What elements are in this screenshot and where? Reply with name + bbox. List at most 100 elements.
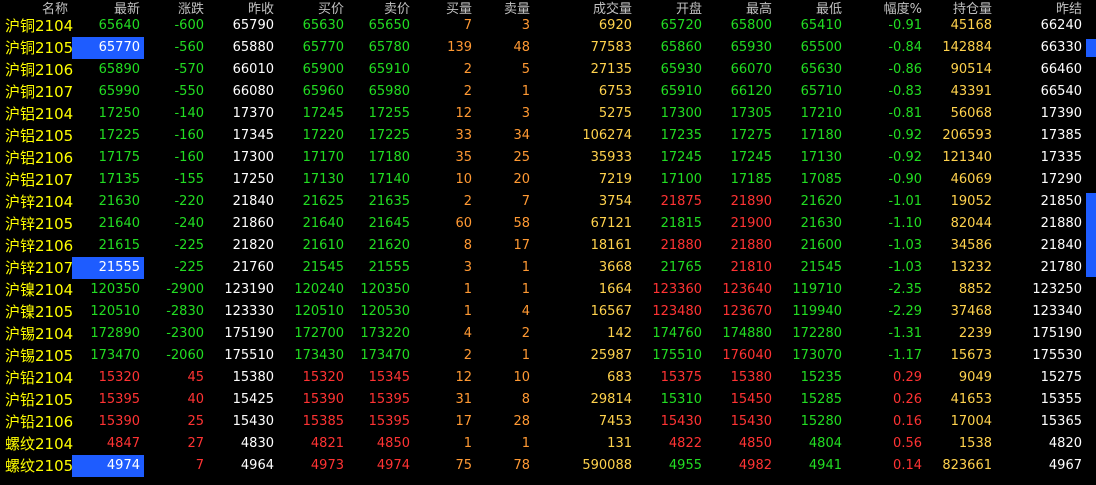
quote-row[interactable]: 沪锌2105 21640 -240 21860 21640 21645 60 58 67121 2…: [0, 213, 1096, 235]
cell-ask-volume: 28: [513, 414, 530, 429]
cell-contract-name[interactable]: 沪铝2106: [0, 147, 73, 169]
cell-prev-close: 65790: [232, 18, 274, 33]
cell-price-change: -225: [174, 260, 204, 275]
cell-ask-volume: 10: [513, 370, 530, 385]
cell-ask-volume: 58: [513, 216, 530, 231]
cell-price-change: -2900: [166, 282, 204, 297]
quote-row[interactable]: 沪镍2105 120510 -2830 123330 120510 120530 1 4 165…: [0, 301, 1096, 323]
cell-high-price: 123640: [722, 282, 772, 297]
cell-open-price: 15430: [660, 414, 702, 429]
cell-open-interest: 56068: [950, 106, 992, 121]
cell-prev-close: 21820: [232, 238, 274, 253]
quote-row[interactable]: 沪铜2107 65990 -550 66080 65960 65980 2 1 6753 6591…: [0, 81, 1096, 103]
cell-low-price: 15285: [800, 392, 842, 407]
cell-open-interest: 142884: [942, 40, 992, 55]
cell-ask-price: 15345: [368, 370, 410, 385]
cell-contract-name[interactable]: 沪镍2104: [0, 279, 73, 301]
cell-ask-volume: 17: [513, 238, 530, 253]
quote-row[interactable]: 沪铅2106 15390 25 15430 15385 15395 17 28 7453 1543…: [0, 411, 1096, 433]
quote-row[interactable]: 螺纹2105 4974 7 4964 4973 4974 75 78 590088 4955 498…: [0, 455, 1096, 477]
cell-latest-price: 120350: [90, 282, 140, 297]
cell-open-interest: 37468: [950, 304, 992, 319]
quote-row[interactable]: 沪铝2106 17175 -160 17300 17170 17180 35 25 35933 1…: [0, 147, 1096, 169]
cell-latest-price: 120510: [90, 304, 140, 319]
cell-low-price: 21545: [800, 260, 842, 275]
cell-prev-settle: 15275: [1040, 370, 1082, 385]
cell-trade-volume: 27135: [590, 62, 632, 77]
quote-row[interactable]: 沪铅2104 15320 45 15380 15320 15345 12 10 683 15375…: [0, 367, 1096, 389]
quote-row[interactable]: 沪锌2106 21615 -225 21820 21610 21620 8 17 18161 21…: [0, 235, 1096, 257]
quote-row[interactable]: 沪锡2104 172890 -2300 175190 172700 173220 4 2 142…: [0, 323, 1096, 345]
cell-contract-name[interactable]: 沪铅2104: [0, 367, 73, 389]
cell-ask-price: 120350: [360, 282, 410, 297]
cell-open-price: 17245: [660, 150, 702, 165]
cell-bid-price: 120240: [294, 282, 344, 297]
cell-trade-volume: 590088: [582, 458, 632, 473]
cell-low-price: 119940: [792, 304, 842, 319]
cell-amplitude-percent: 0.56: [893, 436, 922, 451]
cell-amplitude-percent: 0.16: [893, 414, 922, 429]
cell-contract-name[interactable]: 沪铅2105: [0, 389, 73, 411]
cell-bid-volume: 2: [463, 84, 472, 99]
cell-latest-price: 21640: [98, 216, 140, 231]
row-selection-marker: [1086, 39, 1096, 57]
cell-contract-name[interactable]: 沪铝2104: [0, 103, 73, 125]
cell-bid-price: 21625: [302, 194, 344, 209]
cell-open-interest: 82044: [950, 216, 992, 231]
cell-contract-name[interactable]: 沪锌2107: [0, 257, 73, 279]
cell-bid-volume: 1: [463, 304, 472, 319]
cell-amplitude-percent: -0.81: [888, 106, 922, 121]
quote-row[interactable]: 沪铝2105 17225 -160 17345 17220 17225 33 34 106274…: [0, 125, 1096, 147]
cell-price-change: -560: [174, 40, 204, 55]
cell-prev-settle: 66240: [1040, 18, 1082, 33]
quote-row[interactable]: 沪铜2104 65640 -600 65790 65630 65650 7 3 6920 6572…: [0, 15, 1096, 37]
cell-low-price: 4941: [808, 458, 842, 473]
cell-contract-name[interactable]: 沪铜2107: [0, 81, 73, 103]
cell-prev-settle: 15355: [1040, 392, 1082, 407]
cell-contract-name[interactable]: 沪锌2105: [0, 213, 73, 235]
cell-prev-settle: 66330: [1040, 40, 1082, 55]
quote-row[interactable]: 螺纹2104 4847 27 4830 4821 4850 1 1 131 4822 4850 480…: [0, 433, 1096, 455]
cell-contract-name[interactable]: 沪铅2106: [0, 411, 73, 433]
cell-price-change: 40: [187, 392, 204, 407]
cell-contract-name[interactable]: 沪铜2104: [0, 15, 73, 37]
cell-latest-price: 173470: [90, 348, 140, 363]
quote-row[interactable]: 沪铜2105 65770 -560 65880 65770 65780 139 48 77583…: [0, 37, 1096, 59]
quote-row[interactable]: 沪铝2104 17250 -140 17370 17245 17255 12 3 5275 173…: [0, 103, 1096, 125]
cell-contract-name[interactable]: 沪锌2106: [0, 235, 73, 257]
cell-high-price: 65930: [730, 40, 772, 55]
cell-high-price: 17275: [730, 128, 772, 143]
cell-ask-price: 15395: [368, 414, 410, 429]
cell-high-price: 21810: [730, 260, 772, 275]
cell-bid-volume: 33: [455, 128, 472, 143]
quote-row[interactable]: 沪锡2105 173470 -2060 175510 173430 173470 2 1 259…: [0, 345, 1096, 367]
cell-price-change: -2300: [166, 326, 204, 341]
quote-row[interactable]: 沪铅2105 15395 40 15425 15390 15395 31 8 29814 1531…: [0, 389, 1096, 411]
cell-open-price: 175510: [652, 348, 702, 363]
quote-row[interactable]: 沪铜2106 65890 -570 66010 65900 65910 2 5 27135 659…: [0, 59, 1096, 81]
cell-amplitude-percent: 0.26: [893, 392, 922, 407]
cell-contract-name[interactable]: 沪锌2104: [0, 191, 73, 213]
cell-contract-name[interactable]: 沪锡2104: [0, 323, 73, 345]
cell-ask-price: 65650: [368, 18, 410, 33]
cell-contract-name[interactable]: 螺纹2105: [0, 455, 73, 477]
quote-row[interactable]: 沪镍2104 120350 -2900 123190 120240 120350 1 1 166…: [0, 279, 1096, 301]
cell-bid-price: 15390: [302, 392, 344, 407]
cell-price-change: -2830: [166, 304, 204, 319]
cell-low-price: 17085: [800, 172, 842, 187]
cell-contract-name[interactable]: 沪铝2105: [0, 125, 73, 147]
cell-contract-name[interactable]: 沪铜2105: [0, 37, 73, 59]
cell-trade-volume: 1664: [598, 282, 632, 297]
cell-contract-name[interactable]: 沪铜2106: [0, 59, 73, 81]
cell-ask-volume: 3: [521, 106, 530, 121]
cell-ask-price: 17225: [368, 128, 410, 143]
quote-row[interactable]: 沪锌2107 21555 -225 21760 21545 21555 3 1 3668 2176…: [0, 257, 1096, 279]
cell-contract-name[interactable]: 螺纹2104: [0, 433, 73, 455]
cell-contract-name[interactable]: 沪镍2105: [0, 301, 73, 323]
cell-bid-price: 21610: [302, 238, 344, 253]
cell-contract-name[interactable]: 沪锡2105: [0, 345, 73, 367]
quote-row[interactable]: 沪锌2104 21630 -220 21840 21625 21635 2 7 3754 2187…: [0, 191, 1096, 213]
cell-price-change: -220: [174, 194, 204, 209]
quote-row[interactable]: 沪铝2107 17135 -155 17250 17130 17140 10 20 7219 17…: [0, 169, 1096, 191]
cell-contract-name[interactable]: 沪铝2107: [0, 169, 73, 191]
